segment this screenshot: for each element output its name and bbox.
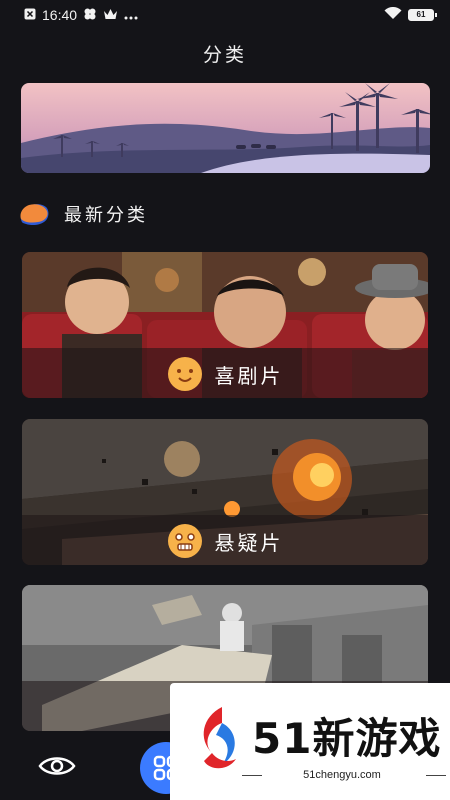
section-title: 最新分类	[64, 205, 148, 226]
section-header: 最新分类	[20, 201, 148, 227]
category-card-comedy[interactable]: 喜剧片	[22, 252, 428, 398]
crown-icon	[103, 7, 118, 23]
chat-bubble-icon	[20, 204, 49, 226]
battery-level: 61	[416, 10, 426, 19]
category-label: 喜剧片	[22, 356, 428, 392]
category-label-text: 喜剧片	[214, 363, 284, 388]
watermark: 51新游戏 51chengyu.com	[170, 683, 450, 800]
close-box-icon	[24, 7, 36, 23]
wifi-icon	[384, 6, 402, 23]
more-dots-icon	[124, 7, 138, 23]
watermark-text: 51新游戏	[252, 714, 442, 763]
watermark-url: 51chengyu.com	[303, 769, 381, 781]
battery-icon: 61	[408, 9, 437, 21]
category-label-text: 悬疑片	[214, 530, 284, 555]
category-card-suspense[interactable]: 悬疑片	[22, 419, 428, 565]
watermark-logo-icon	[203, 707, 236, 769]
status-time: 16:40	[42, 7, 78, 23]
page-title: 分类	[202, 44, 247, 66]
clover-icon	[83, 7, 97, 24]
category-label: 悬疑片	[22, 523, 428, 559]
smiling-face-icon	[167, 357, 202, 391]
status-bar: 16:40 61	[0, 0, 450, 30]
banner-image[interactable]	[21, 83, 430, 173]
nervous-face-icon	[167, 524, 202, 558]
eye-icon[interactable]	[38, 754, 76, 778]
